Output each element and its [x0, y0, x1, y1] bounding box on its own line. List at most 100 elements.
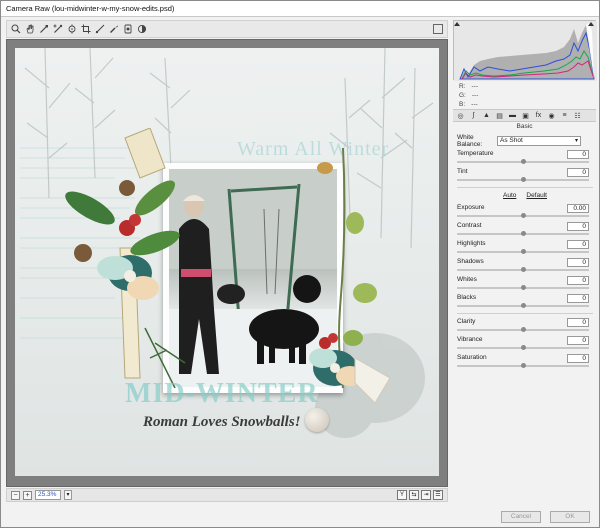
hsl-tab-icon[interactable]: ▤: [495, 111, 504, 120]
clarity-value-field[interactable]: 0: [567, 318, 589, 327]
highlights-value-field[interactable]: 0: [567, 240, 589, 249]
clarity-control: Clarity 0: [457, 318, 593, 334]
blacks-value-field[interactable]: 0: [567, 294, 589, 303]
histogram: [453, 20, 597, 81]
color-sampler-icon[interactable]: [53, 24, 63, 34]
presence-sliders: Clarity 0 Vibrance 0 Saturation 0: [457, 318, 593, 370]
auto-link[interactable]: Auto: [503, 192, 516, 202]
vibrance-slider-thumb[interactable]: [521, 345, 526, 350]
exposure-control: Exposure 0.00: [457, 204, 593, 220]
highlights-label: Highlights: [457, 240, 486, 247]
white-balance-label: White Balance:: [457, 133, 483, 148]
zoom-level-field[interactable]: 25.3%: [35, 490, 61, 500]
exposure-slider-thumb[interactable]: [521, 213, 526, 218]
contrast-value-field[interactable]: 0: [567, 222, 589, 231]
highlights-control: Highlights 0: [457, 240, 593, 256]
snapshots-tab-icon[interactable]: ☷: [573, 111, 582, 120]
zoom-bar: − + 25.3% ▾ Y ⇆ ⇥ ☰: [6, 488, 448, 502]
panel-tab-bar: ◎ ∫ ▲ ▤ ▬ ▣ fx ◉ ≡ ☷: [453, 109, 596, 122]
detail-tab-icon[interactable]: ▲: [482, 111, 491, 120]
cancel-button[interactable]: Cancel: [501, 511, 541, 523]
default-link[interactable]: Default: [526, 192, 547, 202]
r-value: ---: [471, 83, 479, 90]
clarity-slider-thumb[interactable]: [521, 327, 526, 332]
camera-raw-window: Camera Raw (lou-midwinter-w-my-snow-edit…: [0, 0, 600, 528]
b-value: ---: [471, 101, 478, 108]
scrapbook-canvas-image: Warm All Winter MID-WINTER Roman Loves S…: [15, 48, 439, 476]
saturation-label: Saturation: [457, 354, 487, 361]
whites-control: Whites 0: [457, 276, 593, 292]
zoom-dropdown-button[interactable]: ▾: [64, 490, 72, 500]
contrast-label: Contrast: [457, 222, 482, 229]
white-balance-select[interactable]: As Shot: [497, 135, 581, 146]
zoom-out-button[interactable]: −: [11, 490, 20, 500]
split-toning-tab-icon[interactable]: ▬: [508, 111, 517, 120]
tint-label: Tint: [457, 168, 468, 175]
b-label: B:: [459, 101, 466, 108]
r-label: R:: [459, 83, 466, 90]
g-label: G:: [459, 92, 466, 99]
g-value: ---: [471, 92, 479, 99]
flower-cluster-left: [65, 128, 186, 388]
tint-value-field[interactable]: 0: [567, 168, 589, 177]
tone-curve-tab-icon[interactable]: ∫: [469, 111, 478, 120]
vibrance-control: Vibrance 0: [457, 336, 593, 352]
vibrance-label: Vibrance: [457, 336, 483, 343]
zoom-in-button[interactable]: +: [23, 490, 32, 500]
zoom-icon[interactable]: [11, 24, 21, 34]
saturation-value-field[interactable]: 0: [567, 354, 589, 363]
shadows-slider-thumb[interactable]: [521, 267, 526, 272]
mid-winter-wordart: MID-WINTER: [125, 378, 319, 409]
targeted-adjustment-icon[interactable]: [67, 24, 77, 34]
view-buttons: Y ⇆ ⇥ ☰: [397, 490, 443, 500]
contrast-control: Contrast 0: [457, 222, 593, 238]
lens-corrections-tab-icon[interactable]: ▣: [521, 111, 530, 120]
saturation-control: Saturation 0: [457, 354, 593, 370]
adjustment-brush-icon[interactable]: [137, 24, 147, 34]
saturation-slider-thumb[interactable]: [521, 363, 526, 368]
exposure-value-field[interactable]: 0.00: [567, 204, 589, 213]
vibrance-value-field[interactable]: 0: [567, 336, 589, 345]
divider: [457, 187, 593, 188]
white-balance-sliders: Temperature 0 Tint 0: [457, 150, 593, 184]
tint-slider-thumb[interactable]: [521, 177, 526, 182]
temperature-slider-thumb[interactable]: [521, 159, 526, 164]
rgb-readout: R: --- G: --- B: ---: [459, 82, 589, 109]
crop-icon[interactable]: [81, 24, 91, 34]
before-after-toggle-icon[interactable]: Y: [397, 490, 407, 500]
toggle-settings-icon[interactable]: ☰: [433, 490, 443, 500]
whites-value-field[interactable]: 0: [567, 276, 589, 285]
straighten-icon[interactable]: [95, 24, 105, 34]
exposure-label: Exposure: [457, 204, 485, 211]
whites-slider-thumb[interactable]: [521, 285, 526, 290]
blacks-label: Blacks: [457, 294, 477, 301]
red-eye-icon[interactable]: [123, 24, 133, 34]
effects-tab-icon[interactable]: fx: [534, 111, 543, 120]
title-bar: Camera Raw (lou-midwinter-w-my-snow-edit…: [1, 1, 599, 17]
panel-title: Basic: [516, 123, 533, 130]
spot-removal-icon[interactable]: [109, 24, 119, 34]
image-preview-area[interactable]: Warm All Winter MID-WINTER Roman Loves S…: [6, 39, 448, 487]
camera-calibration-tab-icon[interactable]: ◉: [547, 111, 556, 120]
ok-button[interactable]: OK: [550, 511, 590, 523]
basic-tab-icon[interactable]: ◎: [456, 111, 465, 120]
shadows-value-field[interactable]: 0: [567, 258, 589, 267]
contrast-slider-thumb[interactable]: [521, 231, 526, 236]
highlights-slider-thumb[interactable]: [521, 249, 526, 254]
tint-control: Tint 0: [457, 168, 593, 184]
shadows-control: Shadows 0: [457, 258, 593, 274]
presets-tab-icon[interactable]: ≡: [560, 111, 569, 120]
shadows-label: Shadows: [457, 258, 484, 265]
temperature-control: Temperature 0: [457, 150, 593, 166]
temperature-value-field[interactable]: 0: [567, 150, 589, 159]
clarity-label: Clarity: [457, 318, 476, 325]
fullscreen-toggle-button[interactable]: [433, 24, 443, 34]
hand-icon[interactable]: [25, 24, 35, 34]
copy-settings-icon[interactable]: ⇥: [421, 490, 431, 500]
basic-panel: White Balance: As Shot Temperature 0 Tint 0…: [457, 134, 593, 372]
white-balance-icon[interactable]: [39, 24, 49, 34]
swap-settings-icon[interactable]: ⇆: [409, 490, 419, 500]
blacks-slider-thumb[interactable]: [521, 303, 526, 308]
toolbar: [6, 20, 448, 38]
snowball-ornament: [305, 408, 329, 432]
